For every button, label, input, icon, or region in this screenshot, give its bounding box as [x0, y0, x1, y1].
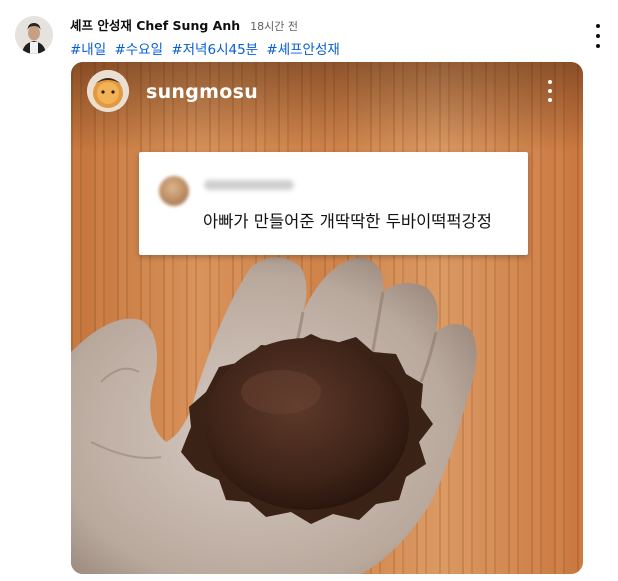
- channel-avatar[interactable]: [15, 16, 53, 54]
- hashtag-link[interactable]: #수요일: [114, 42, 163, 58]
- hashtag-link[interactable]: #셰프안성재: [266, 42, 339, 58]
- commenter-meta-blurred: [204, 180, 294, 190]
- author-name[interactable]: 셰프 안성재 Chef Sung Anh: [70, 18, 240, 33]
- commenter-avatar: [159, 176, 189, 206]
- post-header: 셰프 안성재 Chef Sung Anh 18시간 전: [70, 15, 298, 34]
- comment-card: 아빠가 만들어준 개딱딱한 두바이떡퍽강정: [139, 152, 528, 255]
- hashtag-list: #내일 #수요일 #저녁6시45분 #셰프안성재: [70, 38, 344, 58]
- post-time: 18시간 전: [250, 20, 298, 33]
- hand-holding-dessert: [71, 257, 477, 574]
- comment-text: 아빠가 만들어준 개딱딱한 두바이떡퍽강정: [203, 212, 492, 231]
- post-image[interactable]: sungmosu 아빠가 만들어준 개딱딱한 두바이떡퍽강정: [71, 62, 583, 574]
- more-vert-icon[interactable]: [588, 24, 608, 48]
- hashtag-link[interactable]: #저녁6시45분: [171, 42, 258, 58]
- hashtag-link[interactable]: #내일: [70, 42, 106, 58]
